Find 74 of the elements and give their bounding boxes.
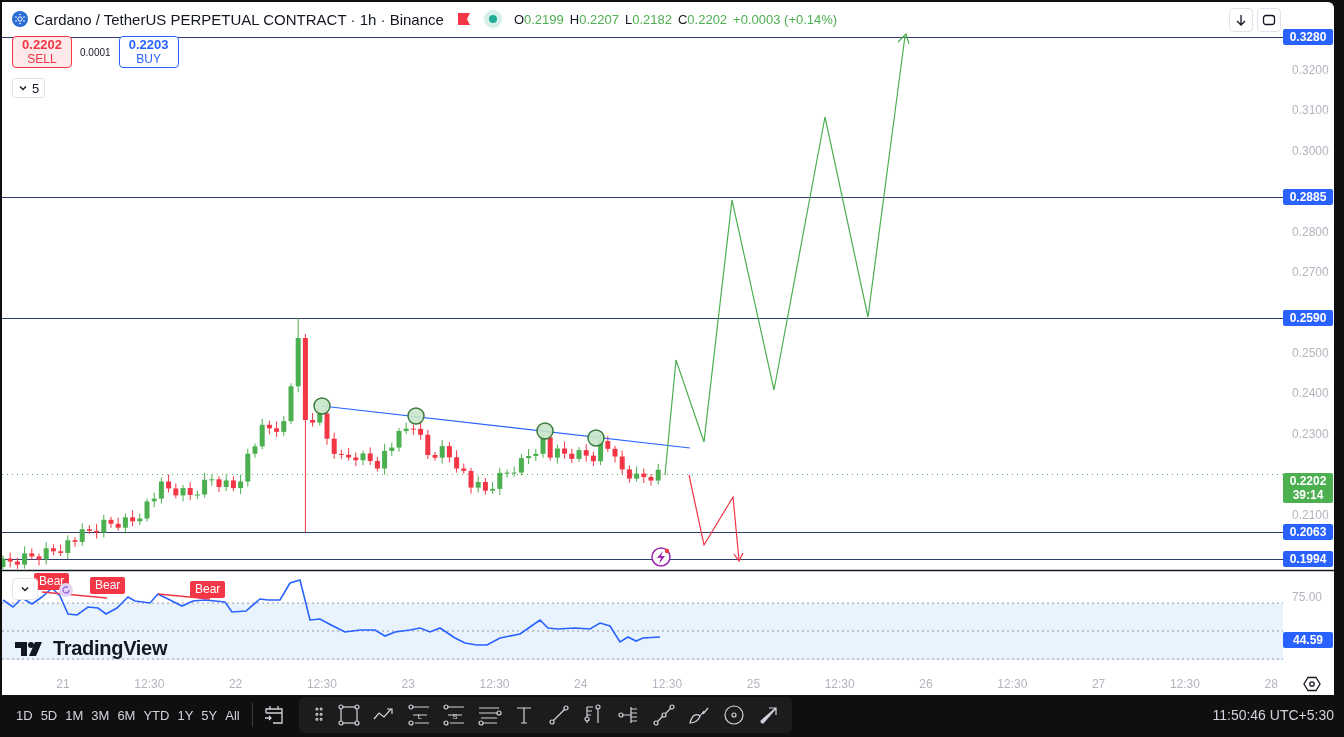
divergence-line: [157, 593, 211, 600]
range-button[interactable]: 5Y: [198, 707, 221, 723]
segmented-line-icon[interactable]: [650, 702, 677, 728]
time-tick-label: 12:30: [824, 677, 855, 691]
time-tick-label: 22: [228, 677, 243, 691]
time-tick-label: 25: [746, 677, 761, 691]
clock-text[interactable]: 11:50:46 UTC+5:30: [1212, 707, 1334, 723]
time-tick-label: 12:30: [306, 677, 337, 691]
rectangle-tool-icon[interactable]: [335, 702, 362, 728]
ohlc-value: C0.2202: [677, 11, 728, 27]
bear-signal-label: Bear: [190, 581, 226, 598]
market-status-icon[interactable]: [483, 10, 502, 28]
price-tick-label: 0.2100: [1292, 508, 1329, 522]
time-tick-label: 12:30: [479, 677, 510, 691]
price-level-label: 0.2590: [1283, 310, 1333, 326]
rsi-tick-label: 75.00: [1292, 590, 1323, 604]
scroll-down-button[interactable]: [1229, 8, 1253, 32]
bear-signal-label: Bear: [90, 577, 126, 594]
time-tick-label: 12:30: [997, 677, 1028, 691]
pivot-marker: [587, 429, 605, 447]
time-tick-label: 27: [1091, 677, 1106, 691]
buy-button[interactable]: 0.2203 BUY: [118, 36, 179, 68]
time-tick-label: 28: [1264, 677, 1278, 691]
range-button[interactable]: 6M: [114, 707, 139, 723]
price-level-label: 0.2885: [1283, 189, 1333, 205]
symbol-title[interactable]: Cardano / TetherUS PERPETUAL CONTRACT · 1h · Binance: [34, 10, 444, 28]
caret-icon: [20, 584, 30, 594]
coin-logo-icon: [12, 11, 28, 27]
price-tick-label: 0.3200: [1292, 63, 1329, 77]
lightning-icon[interactable]: [651, 547, 671, 567]
time-tick-label: 24: [574, 677, 588, 691]
price-level-label: 0.1994: [1283, 551, 1333, 567]
pivot-marker: [407, 407, 425, 425]
price-tick-label: 0.3000: [1292, 144, 1329, 158]
price-tick-label: 0.3100: [1292, 103, 1329, 117]
ohlc-value: O0.2199: [513, 11, 564, 27]
price-tick-label: 0.2300: [1292, 427, 1329, 441]
range-button[interactable]: 1Y: [174, 707, 197, 723]
price-tick-label: 0.2800: [1292, 225, 1329, 239]
range-button[interactable]: All: [222, 707, 243, 723]
indicators-toggle[interactable]: 5: [12, 78, 46, 98]
pivot-marker: [313, 397, 331, 415]
ohlc-value: L0.2182: [624, 11, 672, 27]
range-button[interactable]: 3M: [88, 707, 113, 723]
time-tick-label: 26: [919, 677, 933, 691]
refresh-icon[interactable]: [59, 583, 73, 597]
range-button[interactable]: 1D: [13, 707, 36, 723]
time-tick-label: 12:30: [134, 677, 165, 691]
fullscreen-icon: [1262, 13, 1276, 27]
range-button[interactable]: YTD: [140, 707, 173, 723]
price-level-label: 0.3280: [1283, 29, 1333, 45]
time-tick-label: 21: [56, 677, 70, 691]
rsi-value-label: 44.59: [1283, 632, 1333, 648]
price-tick-label: 0.2700: [1292, 265, 1329, 279]
price-tick-label: 0.2500: [1292, 346, 1329, 360]
time-tick-label: 23: [401, 677, 415, 691]
range-button[interactable]: 1M: [62, 707, 87, 723]
fullscreen-button[interactable]: [1257, 8, 1281, 32]
ohlc-value: H0.2207: [569, 11, 619, 27]
range-button[interactable]: 5D: [37, 707, 61, 723]
price-level-label: 0.2063: [1283, 524, 1333, 540]
flag-icon[interactable]: [457, 13, 470, 25]
pivot-marker: [536, 422, 554, 440]
price-change: +0.0003 (+0.14%): [733, 11, 838, 27]
time-tick-label: 12:30: [1169, 677, 1200, 691]
time-tick-label: 12:30: [652, 677, 683, 691]
spread-value: 0.0001: [80, 46, 111, 58]
price-tick-label: 0.2400: [1292, 386, 1329, 400]
arrow-down-icon: [1234, 13, 1248, 27]
settings-icon[interactable]: [1303, 675, 1321, 693]
divergence-line: [41, 591, 108, 599]
pane-collapse-button[interactable]: [12, 578, 38, 600]
tradingview-logo-text: TradingView: [53, 637, 168, 660]
last-price-label: 0.2202 39:14: [1283, 473, 1333, 503]
